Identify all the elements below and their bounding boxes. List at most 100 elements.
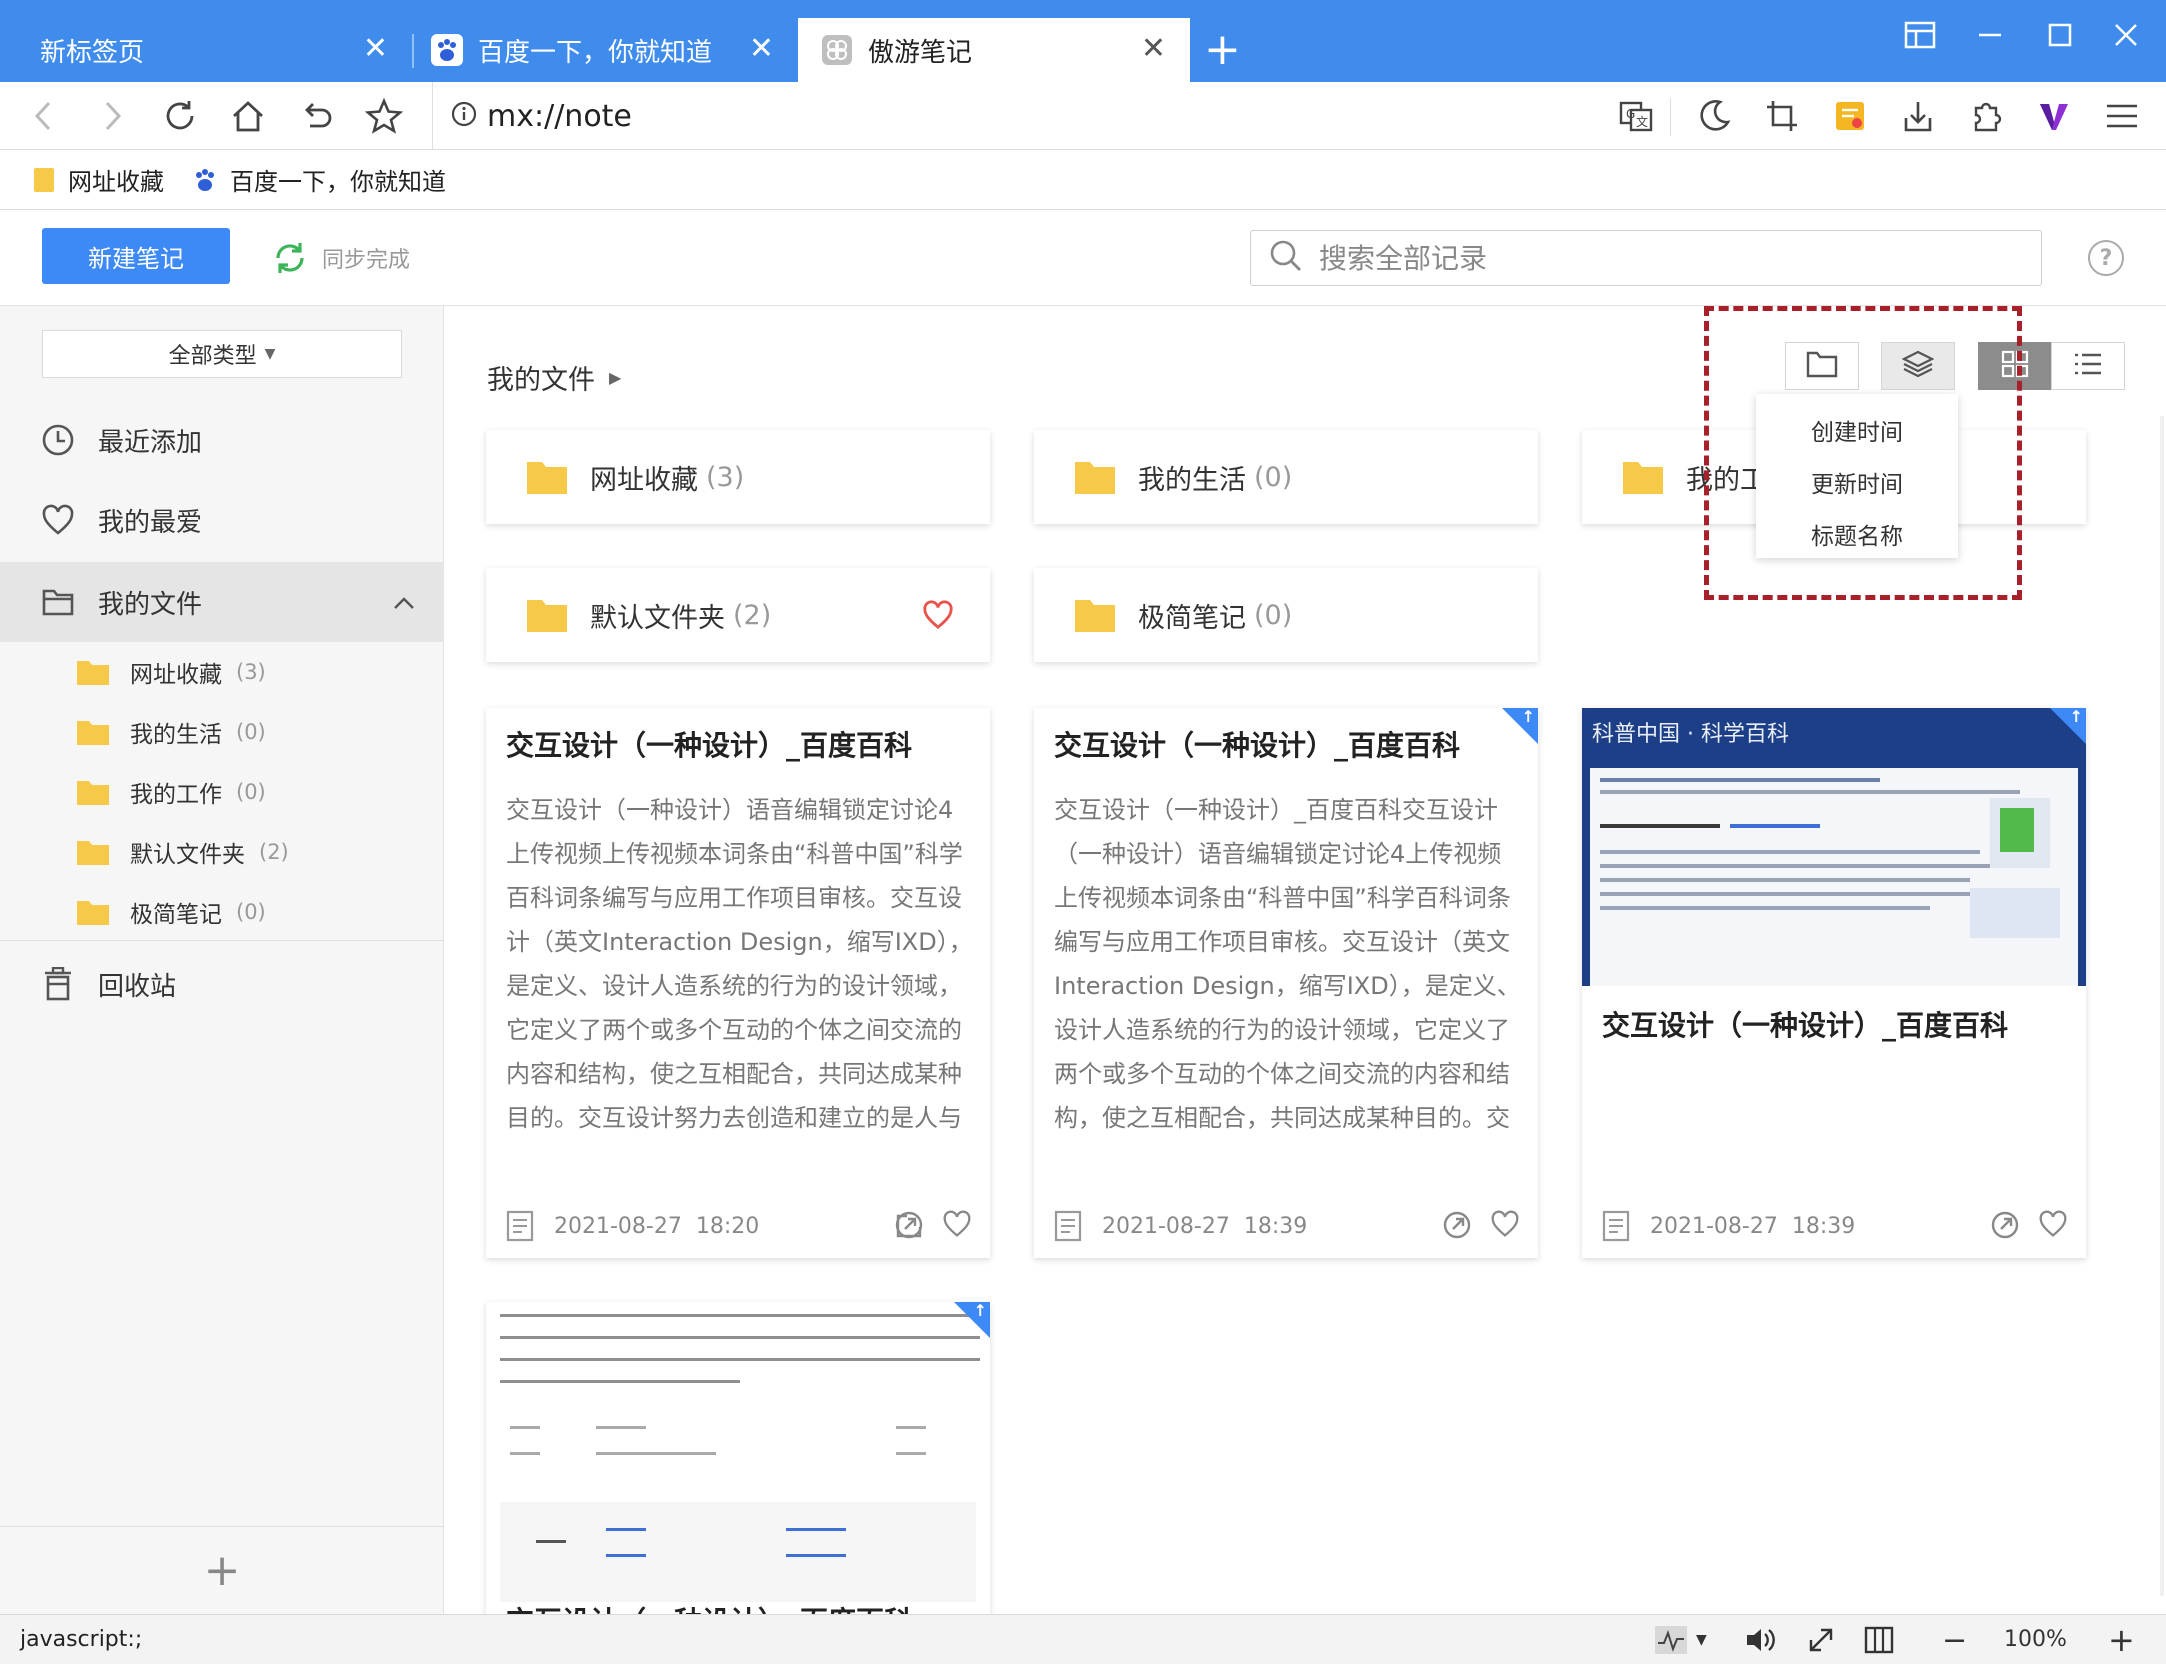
close-window-icon[interactable] — [2112, 20, 2140, 60]
sort-option-title[interactable]: 标题名称 — [1756, 508, 1958, 560]
sync-label: 同步完成 — [322, 248, 411, 273]
close-icon[interactable]: ✕ — [1141, 34, 1166, 64]
caret-down-icon[interactable]: ▼ — [1696, 1623, 1707, 1657]
heart-icon[interactable] — [2038, 1210, 2068, 1246]
heart-filled-icon[interactable] — [922, 600, 954, 637]
sidebar-item-label: 我的最爱 — [98, 507, 203, 538]
grid-icon — [2000, 349, 2030, 383]
new-note-button[interactable]: 新建笔记 — [42, 228, 230, 284]
folder-name: 网址收藏 — [130, 662, 222, 688]
sidebar-folder-item[interactable]: 网址收藏 (3) — [0, 644, 444, 700]
forward-icon[interactable] — [92, 96, 132, 136]
note-clip-icon[interactable] — [1830, 96, 1870, 136]
folder-icon — [76, 898, 110, 926]
info-icon[interactable] — [451, 101, 477, 131]
search-box[interactable] — [1250, 230, 2042, 286]
note-card[interactable]: ↑ 交互设计（一种设计）_百度百科 — [486, 1302, 990, 1614]
sort-button[interactable] — [1881, 342, 1955, 390]
vivaldi-v-icon[interactable] — [2034, 96, 2074, 136]
note-app-header: 新建笔记 同步完成 ? — [0, 210, 2166, 306]
scrollbar[interactable] — [2160, 416, 2164, 1596]
new-tab-plus-icon[interactable]: + — [1204, 24, 1241, 76]
help-icon[interactable]: ? — [2088, 240, 2124, 276]
fullscreen-icon[interactable] — [1806, 1623, 1836, 1657]
note-card[interactable]: ↑ 交互设计（一种设计）_百度百科 交互设计（一种设计）_百度百科交互设计（一种… — [1034, 708, 1538, 1258]
pinned-arrow-icon: ↑ — [2069, 708, 2083, 726]
grid-view-button[interactable] — [1978, 342, 2052, 390]
maximize-icon[interactable] — [2046, 20, 2074, 60]
baidu-paw-icon — [192, 167, 218, 193]
breadcrumb[interactable]: 我的文件 ▶ — [487, 358, 621, 397]
caret-right-icon: ▶ — [609, 368, 622, 387]
share-icon[interactable] — [894, 1210, 924, 1246]
layers-icon — [1901, 349, 1935, 383]
sidebar-folder-item[interactable]: 我的生活 (0) — [0, 704, 444, 760]
folder-card[interactable]: 我的生活 (0) — [1034, 430, 1538, 524]
sort-option-created[interactable]: 创建时间 — [1756, 404, 1958, 456]
tab-maxthon-note[interactable]: 傲游笔记 ✕ — [798, 18, 1190, 82]
folder-card[interactable]: 网址收藏 (3) — [486, 430, 990, 524]
back-icon[interactable] — [24, 96, 64, 136]
list-view-button[interactable] — [2051, 342, 2125, 390]
night-mode-icon[interactable] — [1694, 96, 1734, 136]
share-icon[interactable] — [1990, 1210, 2020, 1246]
sidebar-folder-item[interactable]: 极简笔记 (0) — [0, 884, 444, 940]
heart-icon[interactable] — [942, 1210, 972, 1246]
svg-text:G: G — [1626, 107, 1635, 121]
sort-option-updated[interactable]: 更新时间 — [1756, 456, 1958, 508]
star-icon[interactable] — [364, 96, 404, 136]
sidebar-item-recent[interactable]: 最近添加 — [0, 402, 444, 478]
sidebar-item-favorites[interactable]: 我的最爱 — [0, 482, 444, 558]
tab-baidu[interactable]: 百度一下，你就知道 ✕ — [414, 18, 798, 82]
reload-icon[interactable] — [160, 96, 200, 136]
search-icon — [1269, 239, 1303, 277]
folder-icon — [1074, 459, 1116, 495]
performance-icon[interactable] — [1654, 1623, 1688, 1657]
heart-icon[interactable] — [1490, 1210, 1520, 1246]
sidebar-item-trash[interactable]: 回收站 — [0, 946, 444, 1022]
tab-new-tab[interactable]: 新标签页 ✕ — [0, 18, 412, 82]
undo-close-icon[interactable] — [296, 96, 336, 136]
sidebar-toggle-icon[interactable] — [1904, 20, 1936, 60]
folder-card-count: (0) — [1254, 461, 1293, 493]
baidu-paw-icon — [430, 33, 464, 67]
note-footer: 2021-08-27 18:20 — [486, 1194, 990, 1258]
bookmark-baidu[interactable]: 百度一下，你就知道 — [192, 162, 446, 197]
download-icon[interactable] — [1898, 96, 1938, 136]
minimize-icon[interactable] — [1976, 20, 2004, 60]
close-icon[interactable]: ✕ — [749, 34, 774, 64]
translate-icon[interactable]: G文 — [1616, 96, 1656, 136]
menu-hamburger-icon[interactable] — [2102, 96, 2142, 136]
folder-card[interactable]: 极简笔记 (0) — [1034, 568, 1538, 662]
zoom-in-icon[interactable]: + — [2108, 1621, 2135, 1659]
note-card[interactable]: 交互设计（一种设计）_百度百科 交互设计（一种设计）语音编辑锁定讨论4上传视频上… — [486, 708, 990, 1258]
note-card[interactable]: 科普中国 · 科学百科 交互设计（一种设计）_百度百科 ↑ 2021-08-27 — [1582, 708, 2086, 1258]
add-folder-button[interactable]: + — [0, 1526, 444, 1614]
crop-screenshot-icon[interactable] — [1762, 96, 1802, 136]
bookmark-folder[interactable]: 网址收藏 — [32, 162, 164, 197]
sync-status[interactable]: 同步完成 — [272, 240, 410, 276]
zoom-out-icon[interactable]: − — [1942, 1623, 1967, 1658]
status-bar: javascript:; ▼ − 100% + — [0, 1614, 2166, 1664]
search-input[interactable] — [1319, 241, 1999, 275]
chevron-up-icon[interactable] — [392, 588, 416, 618]
sidebar-folder-item[interactable]: 默认文件夹 (2) — [0, 824, 444, 880]
sidebar-item-my-files[interactable]: 我的文件 — [0, 562, 444, 642]
browser-tab-bar: 新标签页 ✕ 百度一下，你就知道 ✕ 傲游笔记 ✕ + — [0, 0, 2166, 82]
sidebar-folder-item[interactable]: 我的工作 (0) — [0, 764, 444, 820]
share-icon[interactable] — [1442, 1210, 1472, 1246]
home-icon[interactable] — [228, 96, 268, 136]
split-view-icon[interactable] — [1864, 1623, 1894, 1657]
folder-card[interactable]: 默认文件夹 (2) — [486, 568, 990, 662]
document-icon — [1054, 1210, 1082, 1242]
volume-icon[interactable] — [1744, 1623, 1776, 1657]
svg-text:文: 文 — [1636, 114, 1648, 129]
new-folder-button[interactable] — [1785, 342, 1859, 390]
url-text[interactable]: mx://note — [487, 99, 632, 134]
extensions-puzzle-icon[interactable] — [1966, 96, 2006, 136]
url-field[interactable]: mx://note — [432, 82, 632, 150]
note-date: 2021-08-27 — [1650, 1213, 1778, 1239]
clock-icon — [40, 422, 76, 458]
close-icon[interactable]: ✕ — [363, 34, 388, 64]
type-filter-select[interactable]: 全部类型 ▼ — [42, 330, 402, 378]
